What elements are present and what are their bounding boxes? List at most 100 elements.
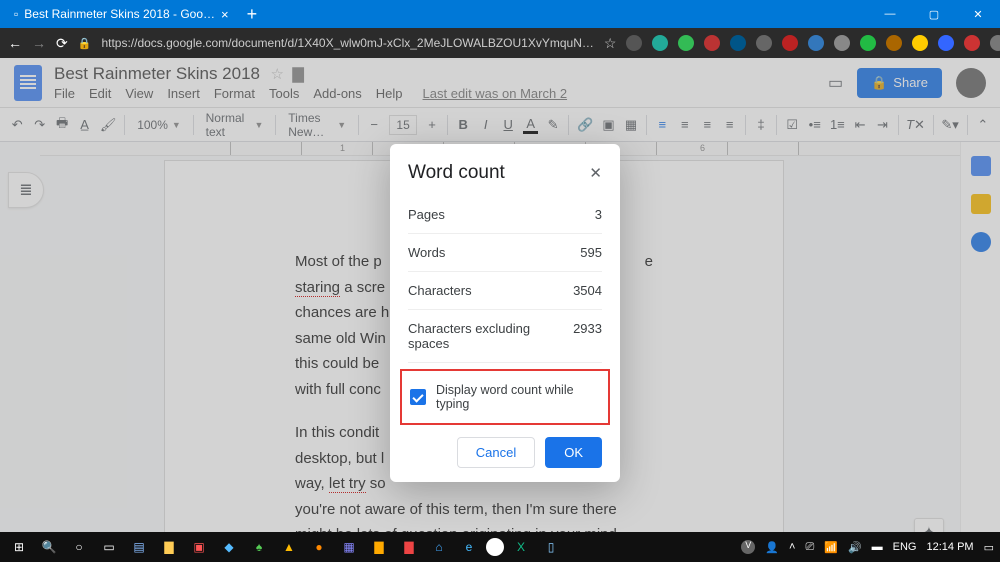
avatar[interactable] — [956, 68, 986, 98]
explorer-icon[interactable]: ▇ — [156, 536, 182, 558]
expand-icon[interactable]: ⌃ — [976, 116, 990, 134]
ext-icon[interactable] — [678, 35, 694, 51]
volume-icon[interactable]: 🔊 — [848, 541, 862, 554]
back-icon[interactable]: ← — [8, 35, 22, 51]
align-right-icon[interactable]: ≡ — [700, 116, 714, 134]
app-icon[interactable]: ▲ — [276, 536, 302, 558]
star-icon[interactable]: ☆ — [604, 35, 617, 52]
language-indicator[interactable]: ENG — [893, 541, 917, 553]
numbered-list-icon[interactable]: 1≡ — [830, 116, 845, 134]
comment-icon[interactable]: ▣ — [601, 116, 615, 134]
spellcheck-icon[interactable]: A̲ — [77, 116, 91, 134]
menu-tools[interactable]: Tools — [269, 86, 299, 101]
comments-icon[interactable]: ▭ — [828, 73, 843, 93]
redo-icon[interactable]: ↷ — [32, 116, 46, 134]
align-left-icon[interactable]: ≡ — [655, 116, 669, 134]
new-tab-button[interactable]: + — [237, 0, 268, 28]
app-icon[interactable]: ▯ — [538, 536, 564, 558]
checklist-icon[interactable]: ☑ — [785, 116, 799, 134]
close-icon[interactable]: ✕ — [589, 164, 602, 182]
menu-view[interactable]: View — [125, 86, 153, 101]
align-justify-icon[interactable]: ≡ — [722, 116, 736, 134]
app-icon[interactable]: ▣ — [186, 536, 212, 558]
underline-icon[interactable]: U — [501, 116, 515, 134]
task-view-icon[interactable]: ▭ — [96, 536, 122, 558]
font-size[interactable]: 15 — [389, 115, 416, 135]
app-icon[interactable]: ▦ — [336, 536, 362, 558]
ext-icon[interactable] — [652, 35, 668, 51]
app-icon[interactable]: ▤ — [126, 536, 152, 558]
share-button[interactable]: 🔒 Share — [857, 68, 942, 98]
tray-icon[interactable]: V — [741, 540, 755, 554]
menu-edit[interactable]: Edit — [89, 86, 111, 101]
forward-icon[interactable]: → — [32, 35, 46, 51]
battery-icon[interactable]: ▬ — [872, 541, 883, 553]
star-icon[interactable]: ☆ — [270, 66, 283, 83]
docs-logo-icon[interactable] — [14, 65, 42, 101]
font-size-plus[interactable]: + — [425, 116, 439, 134]
bullet-list-icon[interactable]: •≡ — [807, 116, 821, 134]
ext-icon[interactable] — [912, 35, 928, 51]
indent-increase-icon[interactable]: ⇥ — [875, 116, 889, 134]
ext-icon[interactable] — [704, 35, 720, 51]
app-icon[interactable]: ◆ — [216, 536, 242, 558]
excel-icon[interactable]: X — [508, 536, 534, 558]
edge-icon[interactable]: e — [456, 536, 482, 558]
link-icon[interactable]: 🔗 — [577, 116, 593, 134]
start-button[interactable]: ⊞ — [6, 536, 32, 558]
ext-icon[interactable] — [808, 35, 824, 51]
ext-icon[interactable] — [782, 35, 798, 51]
display-while-typing-checkbox[interactable]: Display word count while typing — [400, 369, 610, 425]
font-select[interactable]: Times New…▼ — [284, 111, 350, 139]
style-select[interactable]: Normal text▼ — [202, 111, 268, 139]
url-text[interactable]: https://docs.google.com/document/d/1X40X… — [101, 36, 593, 50]
menu-file[interactable]: File — [54, 86, 75, 101]
app-icon[interactable]: ♠ — [246, 536, 272, 558]
keep-icon[interactable] — [971, 194, 991, 214]
ext-icon[interactable] — [964, 35, 980, 51]
menu-insert[interactable]: Insert — [167, 86, 200, 101]
folder-icon[interactable]: ▇ — [292, 66, 304, 83]
search-icon[interactable]: 🔍 — [36, 536, 62, 558]
chrome-icon[interactable]: ◉ — [486, 538, 504, 556]
ext-icon[interactable] — [834, 35, 850, 51]
line-spacing-icon[interactable]: ‡ — [754, 116, 768, 134]
ext-icon[interactable] — [860, 35, 876, 51]
calendar-icon[interactable] — [971, 156, 991, 176]
app-icon[interactable]: ⌂ — [426, 536, 452, 558]
print-icon[interactable]: 🖶 — [55, 116, 69, 134]
doc-title[interactable]: Best Rainmeter Skins 2018 — [54, 64, 260, 83]
paint-format-icon[interactable]: 🖌 — [100, 116, 117, 134]
tray-icon[interactable]: ⎚ — [805, 541, 814, 554]
font-size-minus[interactable]: − — [367, 116, 381, 134]
editing-mode-icon[interactable]: ✎▾ — [941, 116, 958, 134]
ok-button[interactable]: OK — [545, 437, 602, 468]
menu-format[interactable]: Format — [214, 86, 255, 101]
ext-icon[interactable] — [990, 35, 1000, 51]
image-icon[interactable]: ▦ — [624, 116, 638, 134]
close-icon[interactable]: × — [221, 7, 229, 22]
tasks-icon[interactable] — [971, 232, 991, 252]
people-icon[interactable]: 👤 — [765, 541, 779, 554]
ext-icon[interactable] — [938, 35, 954, 51]
text-color-icon[interactable]: A — [523, 116, 537, 134]
align-center-icon[interactable]: ≡ — [678, 116, 692, 134]
app-icon[interactable]: ▇ — [396, 536, 422, 558]
menu-help[interactable]: Help — [376, 86, 403, 101]
ext-icon[interactable] — [756, 35, 772, 51]
tray-expand-icon[interactable]: ˄ — [789, 541, 795, 553]
wifi-icon[interactable]: 📶 — [824, 541, 838, 554]
clear-format-icon[interactable]: T✕ — [907, 116, 925, 134]
close-window-button[interactable]: ✕ — [956, 0, 1000, 28]
zoom-select[interactable]: 100%▼ — [133, 118, 185, 132]
italic-icon[interactable]: I — [478, 116, 492, 134]
app-icon[interactable]: ▇ — [366, 536, 392, 558]
firefox-icon[interactable]: ● — [306, 536, 332, 558]
cancel-button[interactable]: Cancel — [457, 437, 535, 468]
reload-icon[interactable]: ⟳ — [56, 35, 68, 52]
last-edit-text[interactable]: Last edit was on March 2 — [423, 86, 568, 101]
minimize-button[interactable]: — — [868, 0, 912, 28]
indent-decrease-icon[interactable]: ⇤ — [853, 116, 867, 134]
clock[interactable]: 12:14 PM — [927, 541, 974, 553]
undo-icon[interactable]: ↶ — [10, 116, 24, 134]
